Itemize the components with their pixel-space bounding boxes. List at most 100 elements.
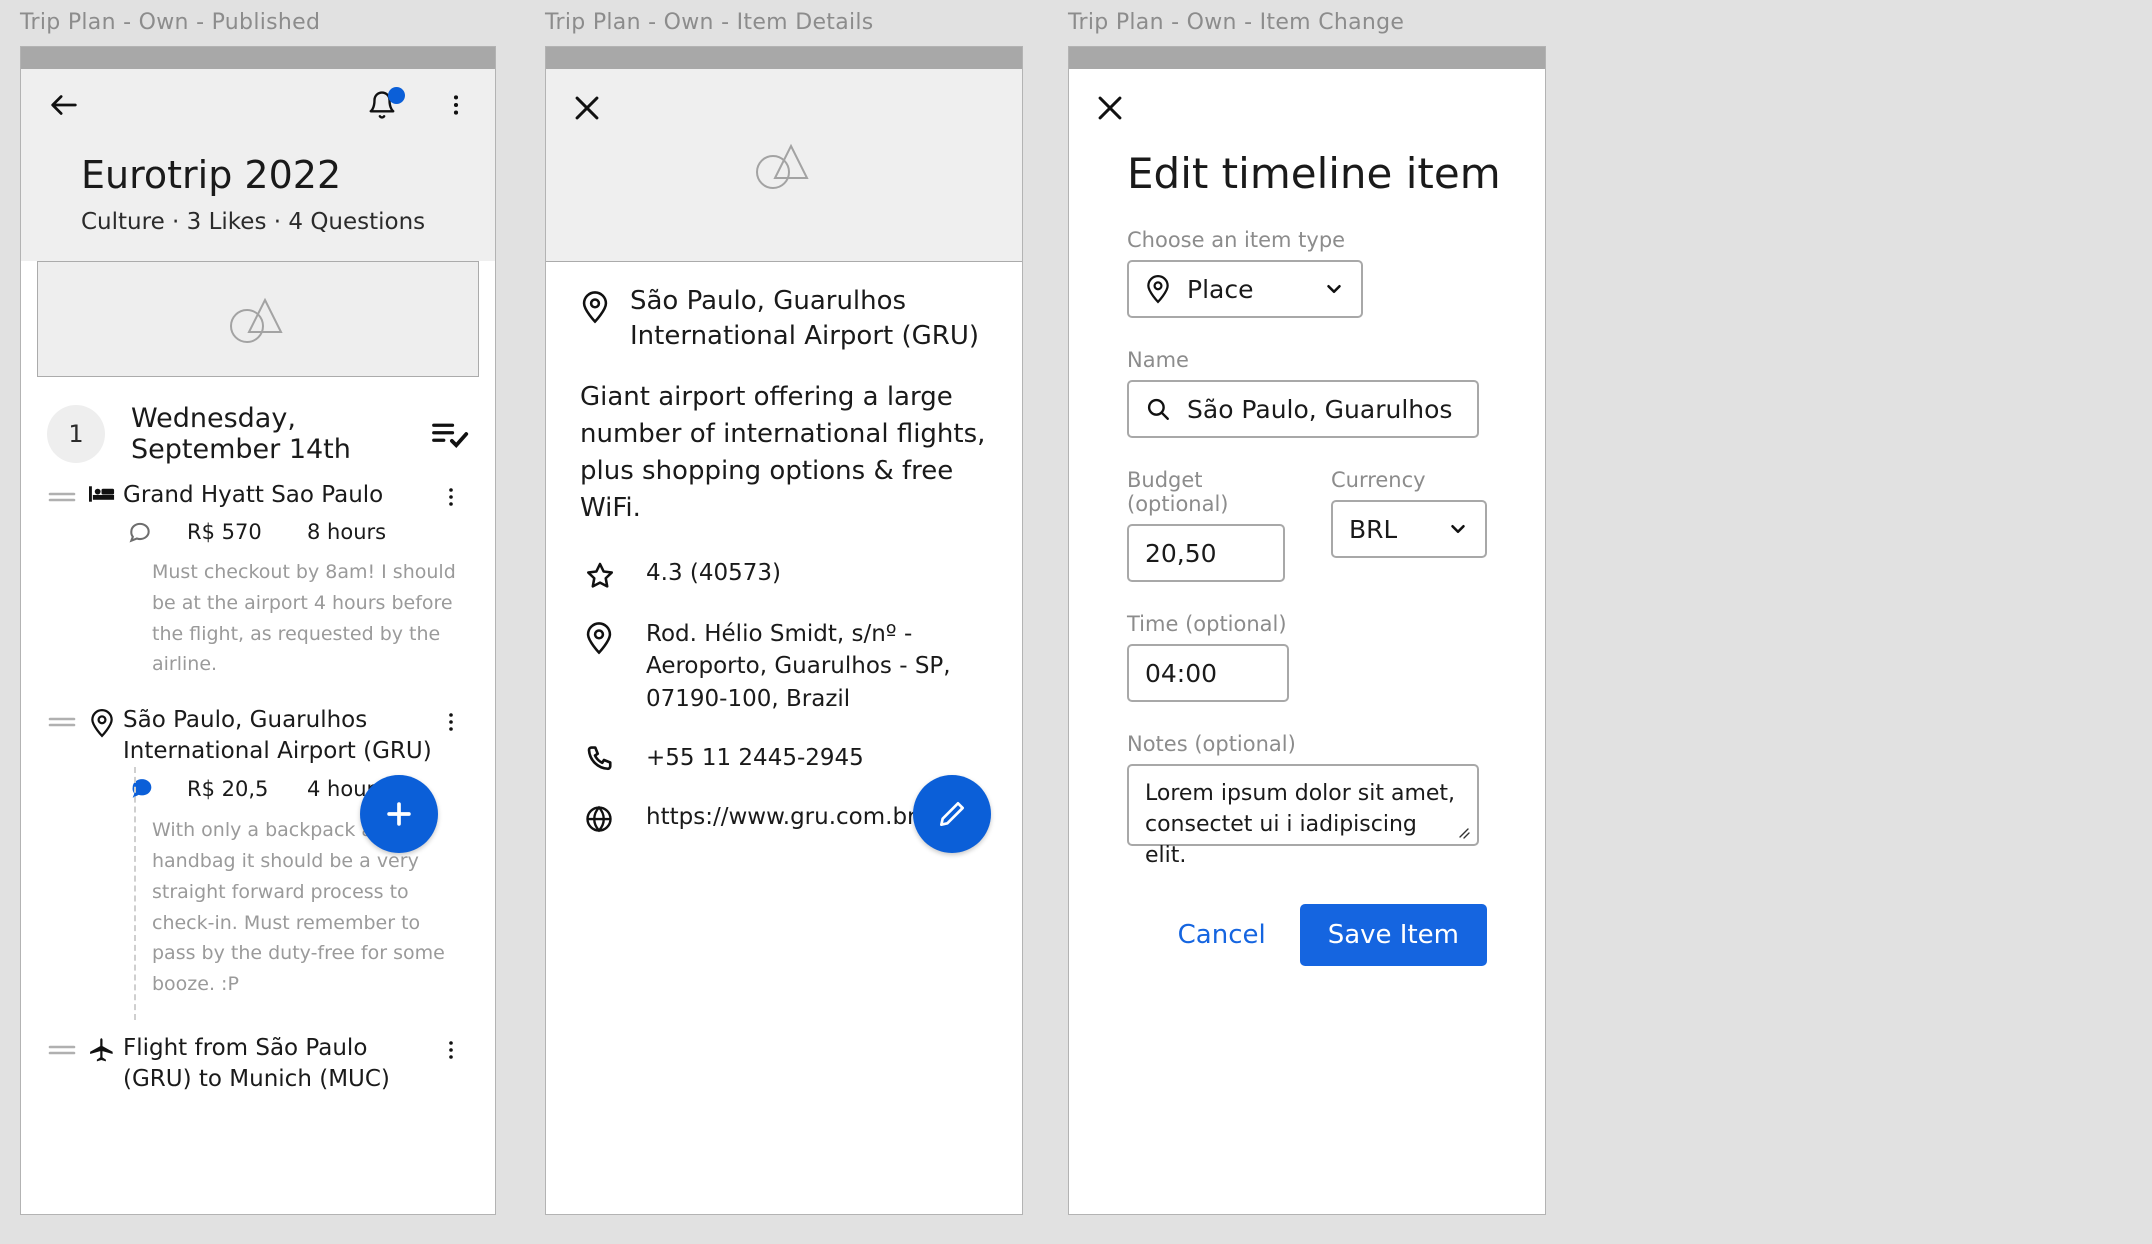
add-item-button[interactable]	[360, 775, 438, 853]
drag-handle-icon[interactable]	[47, 1032, 89, 1058]
item-type-value: Place	[1187, 274, 1254, 304]
cancel-button[interactable]: Cancel	[1178, 920, 1266, 950]
page-title: Edit timeline item	[1127, 149, 1501, 198]
item-meta: R$ 570 8 hours	[21, 511, 495, 545]
item-type-label: Choose an item type	[1127, 228, 1346, 252]
page-title: Eurotrip 2022	[81, 153, 342, 197]
close-icon[interactable]	[1093, 91, 1127, 125]
wireframe-board: Trip Plan - Own - Published Eurotrip 202…	[0, 0, 2152, 1244]
playlist-check-icon[interactable]	[431, 419, 469, 449]
budget-value: 20,50	[1145, 538, 1217, 568]
phone-icon	[580, 742, 646, 775]
phone-text: +55 11 2445-2945	[646, 744, 864, 771]
notification-badge	[388, 87, 405, 104]
form-actions: Cancel Save Item	[1127, 904, 1487, 966]
table-row[interactable]: Flight from São Paulo (GRU) to Munich (M…	[21, 1026, 495, 1095]
time-label: Time (optional)	[1127, 612, 1287, 636]
image-placeholder-icon	[745, 136, 823, 194]
currency-select[interactable]: BRL	[1330, 500, 1487, 558]
budget-label: Budget (optional)	[1127, 468, 1229, 516]
budget-currency-row: Budget (optional) 20,50 Currency BRL	[1127, 438, 1487, 582]
save-button[interactable]: Save Item	[1299, 904, 1487, 966]
timeline-list: 1 Wednesday, September 14th Grand Hyatt …	[21, 377, 495, 1105]
rating-text: 4.3 (40573)	[646, 559, 782, 586]
item-price: R$ 570	[187, 520, 262, 545]
edit-item-button[interactable]	[913, 775, 991, 853]
hotel-bed-icon	[89, 479, 123, 505]
comment-filled-icon[interactable]	[127, 775, 187, 803]
item-name: Grand Hyatt Sao Paulo	[123, 482, 384, 508]
table-row[interactable]: São Paulo, Guarulhos International Airpo…	[21, 698, 495, 767]
trip-meta: Culture · 3 Likes · 4 Questions	[81, 209, 426, 235]
kebab-menu-icon[interactable]	[439, 1032, 469, 1062]
image-placeholder-icon	[219, 290, 297, 348]
back-icon[interactable]	[47, 88, 81, 122]
item-duration: 8 hours	[307, 520, 387, 545]
device-item-change: Edit timeline item Choose an item type P…	[1068, 46, 1546, 1215]
detail-title-row: São Paulo, Guarulhos International Airpo…	[580, 284, 988, 353]
frame-published: Trip Plan - Own - Published Eurotrip 202…	[20, 10, 496, 1215]
name-label: Name	[1127, 348, 1189, 372]
map-pin-icon	[580, 284, 630, 324]
frame-title-item-change: Trip Plan - Own - Item Change	[1068, 10, 1405, 35]
status-bar	[546, 47, 1022, 69]
item-price: R$ 20,5	[187, 777, 269, 802]
kebab-menu-icon[interactable]	[443, 92, 469, 118]
comment-outline-icon[interactable]	[127, 519, 187, 545]
item-type-select[interactable]: Place	[1127, 260, 1363, 318]
trip-header: Eurotrip 2022 Culture · 3 Likes · 4 Ques…	[21, 69, 495, 261]
chevron-down-icon	[1447, 518, 1469, 540]
notes-textarea[interactable]: Lorem ipsum dolor sit amet, consectet ui…	[1127, 764, 1479, 868]
notes-label: Notes (optional)	[1127, 732, 1296, 756]
drag-handle-icon[interactable]	[47, 479, 89, 505]
day-header: 1 Wednesday, September 14th	[21, 377, 495, 473]
address-text: Rod. Hélio Smidt, s/nº - Aeroporto, Guar…	[646, 620, 951, 713]
plus-icon	[382, 797, 416, 831]
search-icon	[1145, 396, 1171, 422]
list-item: 4.3 (40573)	[580, 557, 988, 592]
drag-handle-icon[interactable]	[47, 704, 89, 730]
detail-title: São Paulo, Guarulhos International Airpo…	[630, 286, 979, 351]
frame-title-published: Trip Plan - Own - Published	[20, 10, 321, 35]
name-value: São Paulo, Guarulhos Internatio…	[1187, 394, 1461, 424]
detail-body: São Paulo, Guarulhos International Airpo…	[546, 262, 1022, 834]
time-input[interactable]: 04:00	[1127, 644, 1289, 702]
airplane-icon	[89, 1032, 123, 1063]
chevron-down-icon	[1323, 278, 1345, 300]
map-pin-icon	[580, 618, 646, 655]
trip-cover-placeholder	[37, 261, 479, 377]
time-value: 04:00	[1145, 658, 1218, 688]
status-bar	[1069, 47, 1545, 69]
status-bar	[21, 47, 495, 69]
map-pin-icon	[1145, 274, 1171, 304]
device-published: Eurotrip 2022 Culture · 3 Likes · 4 Ques…	[20, 46, 496, 1215]
detail-description: Giant airport offering a large number of…	[580, 382, 986, 523]
day-label: Wednesday, September 14th	[131, 403, 351, 465]
kebab-menu-icon[interactable]	[439, 479, 469, 509]
currency-label: Currency	[1330, 468, 1426, 492]
day-number: 1	[47, 405, 105, 463]
item-name: São Paulo, Guarulhos International Airpo…	[123, 707, 432, 765]
globe-icon	[580, 801, 646, 834]
currency-value: BRL	[1348, 514, 1398, 544]
kebab-menu-icon[interactable]	[439, 704, 469, 734]
frame-item-details: Trip Plan - Own - Item Details São Paulo…	[545, 10, 1023, 1215]
list-item: Rod. Hélio Smidt, s/nº - Aeroporto, Guar…	[580, 618, 988, 716]
budget-input[interactable]: 20,50	[1127, 524, 1285, 582]
map-pin-icon	[89, 704, 123, 738]
website-text: https://www.gru.com.br/pt	[646, 803, 948, 830]
resize-grip-icon[interactable]	[1455, 824, 1471, 840]
list-item[interactable]: +55 11 2445-2945	[580, 742, 988, 775]
notifications-button[interactable]	[367, 87, 405, 120]
close-icon[interactable]	[570, 91, 604, 125]
item-name: Flight from São Paulo (GRU) to Munich (M…	[123, 1034, 390, 1092]
item-note: Must checkout by 8am! I should be at the…	[152, 561, 456, 676]
timeline-connector	[134, 767, 136, 1020]
edit-form-panel: Edit timeline item Choose an item type P…	[1069, 69, 1545, 1214]
device-item-details: São Paulo, Guarulhos International Airpo…	[545, 46, 1023, 1215]
detail-cover-placeholder	[546, 69, 1022, 262]
name-input[interactable]: São Paulo, Guarulhos Internatio…	[1127, 380, 1479, 438]
pencil-icon	[936, 798, 968, 830]
table-row[interactable]: Grand Hyatt Sao Paulo	[21, 473, 495, 511]
edit-item-form: Choose an item type Place Name São Paulo…	[1069, 228, 1545, 966]
